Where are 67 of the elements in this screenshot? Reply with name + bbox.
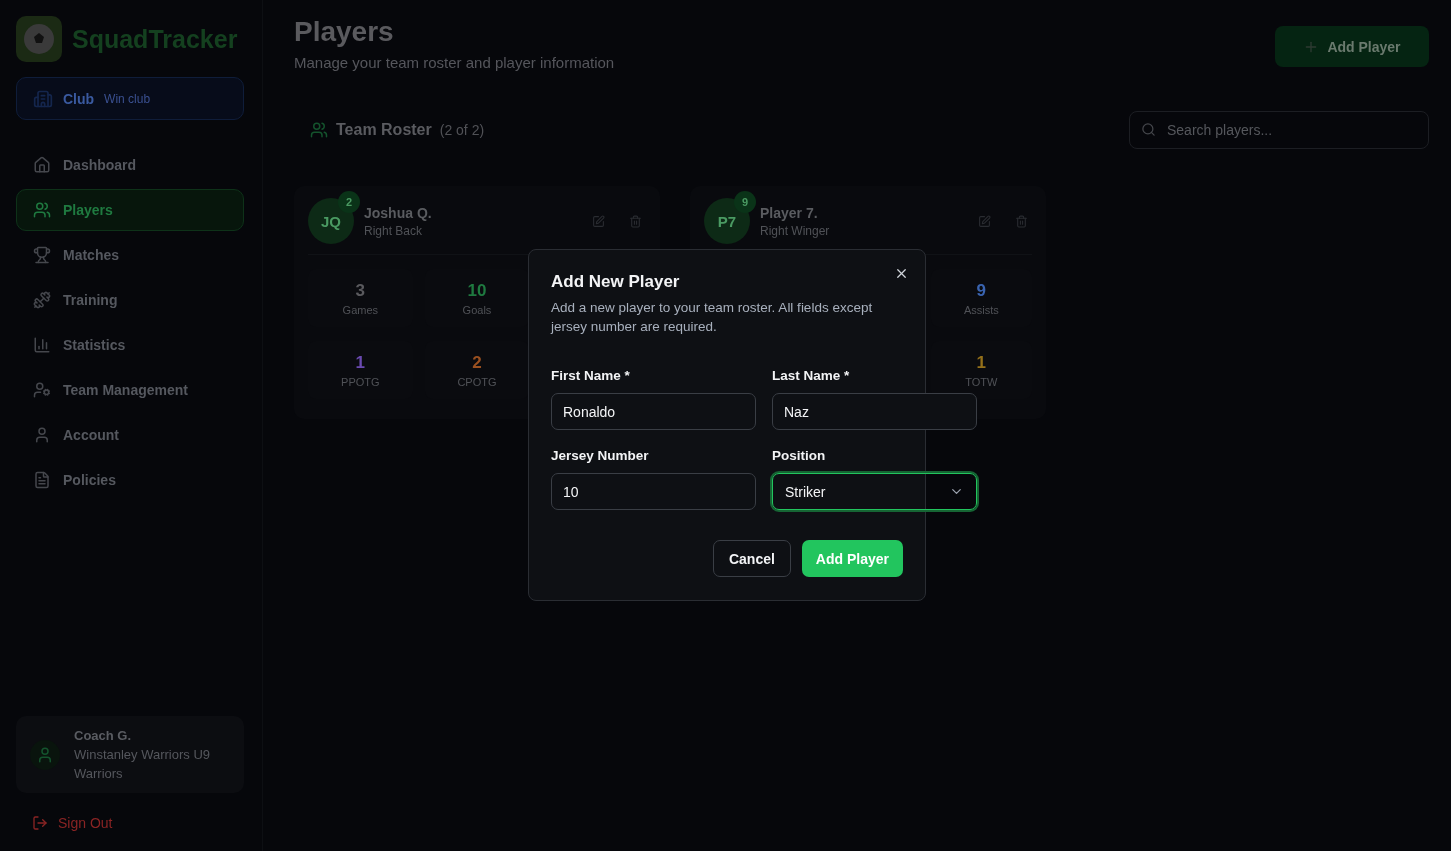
home-icon <box>33 156 51 174</box>
nav-item[interactable]: Players <box>16 189 244 231</box>
stat-label: TOTW <box>965 375 998 388</box>
input-field[interactable]: Ronaldo <box>551 393 756 430</box>
search-icon <box>1141 122 1156 137</box>
page-subtitle: Manage your team roster and player information <box>294 54 615 71</box>
position-select[interactable]: Striker <box>772 473 977 510</box>
stat-label: Games <box>342 303 379 316</box>
stat-value: 2 <box>472 352 482 373</box>
nav-item[interactable]: Account <box>16 414 244 456</box>
users-icon <box>33 201 51 219</box>
jersey-number-badge: 9 <box>734 191 756 213</box>
sign-out-link[interactable]: Sign Out <box>16 815 244 831</box>
trash-icon <box>629 214 642 228</box>
user-gear-icon <box>33 381 51 399</box>
roster-count: (2 of 2) <box>439 122 485 138</box>
cancel-button[interactable]: Cancel <box>712 540 791 577</box>
nav-item[interactable]: Statistics <box>16 324 244 366</box>
stat-label: PPOTG <box>341 375 380 388</box>
roster-title: Team Roster <box>336 121 432 139</box>
search-field[interactable]: Search players... <box>1129 111 1429 149</box>
add-player-submit-button[interactable]: Add Player <box>801 540 903 577</box>
add-player-button[interactable]: Add Player <box>1275 26 1429 67</box>
user-name: Coach G. <box>74 727 133 745</box>
stat-label: Assists <box>963 303 999 316</box>
user-team: Winstanley Warriors U9 Warriors <box>74 746 212 783</box>
logout-icon <box>32 815 48 831</box>
app-name: SquadTracker <box>72 24 238 54</box>
dialog-description: Add a new player to your team roster. All fields except jersey number are required. <box>551 299 874 336</box>
nav-item[interactable]: Policies <box>16 459 244 501</box>
input-field[interactable]: 10 <box>551 473 756 510</box>
edit-icon <box>592 214 605 228</box>
player-name: Joshua Q. <box>364 204 433 221</box>
bar-chart-icon <box>33 336 51 354</box>
close-icon <box>894 266 909 281</box>
stat-value: 3 <box>355 280 366 301</box>
trophy-icon <box>33 246 51 264</box>
field-label: First Name * <box>551 368 631 383</box>
nav-item[interactable]: Matches <box>16 234 244 276</box>
user-icon <box>36 745 54 764</box>
page-title: Players <box>294 16 395 48</box>
edit-icon <box>978 214 991 228</box>
soccer-ball-logo-icon <box>16 16 62 62</box>
jersey-number-badge: 2 <box>338 191 360 213</box>
stat-value: 1 <box>976 352 987 373</box>
trash-icon <box>1015 214 1028 228</box>
nav-item[interactable]: Team Management <box>16 369 244 411</box>
field-label: Position <box>772 448 827 463</box>
player-position: Right Back <box>364 223 424 238</box>
users-icon <box>310 121 328 139</box>
stat-value: 9 <box>976 280 987 301</box>
player-name: Player 7. <box>760 204 819 221</box>
input-field[interactable]: Naz <box>772 393 977 430</box>
nav-item[interactable]: Dashboard <box>16 144 244 186</box>
nav-item[interactable]: Training <box>16 279 244 321</box>
club-selector[interactable]: Club Win club <box>16 77 244 120</box>
dialog-title: Add New Player <box>551 272 681 292</box>
stat-value: 10 <box>467 280 487 301</box>
player-position: Right Winger <box>760 223 831 238</box>
stat-value: 1 <box>355 352 366 373</box>
stat-label: CPOTG <box>457 375 497 388</box>
field-label: Jersey Number <box>551 448 650 463</box>
stat-label: Goals <box>462 303 492 316</box>
document-icon <box>33 471 51 489</box>
user-icon <box>33 426 51 444</box>
building-icon <box>33 88 53 109</box>
dumbbell-icon <box>33 291 51 309</box>
